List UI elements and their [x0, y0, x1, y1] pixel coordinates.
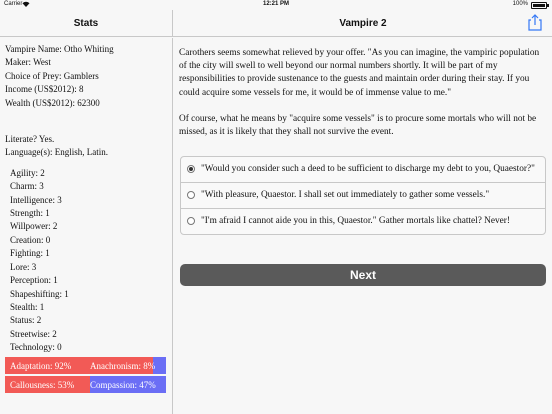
radio-selected-icon[interactable] [187, 165, 195, 173]
attribute-line: Shapeshifting: 1 [10, 288, 69, 299]
choice-label: "With pleasure, Quaestor. I shall set ou… [201, 190, 490, 200]
attribute-line: Lore: 3 [10, 261, 37, 272]
radio-icon[interactable] [187, 217, 195, 225]
choice-label: "Would you consider such a deed to be su… [201, 164, 535, 174]
story-pane[interactable]: Carothers seems somewhat relieved by you… [174, 38, 552, 414]
battery-percent: 100% [512, 1, 528, 7]
attribute-line: Status: 2 [10, 315, 42, 326]
stat-info-line: Maker: West [5, 57, 51, 68]
literacy-line: Literate? Yes. [5, 134, 55, 145]
choice-label: "I'm afraid I cannot aide you in this, Q… [201, 216, 510, 226]
story-title: Vampire 2 [339, 18, 387, 29]
attribute-line: Intelligence: 3 [10, 194, 62, 205]
battery-icon [531, 2, 547, 9]
attribute-line: Technology: 0 [10, 342, 62, 353]
literacy-line: Language(s): English, Latin. [5, 147, 108, 158]
share-icon[interactable] [528, 14, 542, 31]
stat-info-line: Wealth (US$2012): 62300 [5, 97, 100, 108]
next-button[interactable]: Next [180, 264, 546, 286]
status-bar: Carrier 12:21 PM 100% [0, 0, 552, 10]
callousness-bar: Callousness: 53% Compassion: 47% [5, 375, 166, 393]
attribute-line: Willpower: 2 [10, 221, 58, 232]
stat-info-line: Income (US$2012): 8 [5, 84, 84, 95]
battery-cap [547, 4, 549, 7]
stat-info-line: Choice of Prey: Gamblers [5, 70, 99, 81]
anachronism-label: Anachronism: 8% [90, 360, 156, 371]
stats-title: Stats [0, 10, 173, 37]
attribute-line: Streetwise: 2 [10, 328, 57, 339]
clock: 12:21 PM [262, 1, 289, 7]
attribute-line: Agility: 2 [10, 167, 45, 178]
choice-option-3[interactable]: "I'm afraid I cannot aide you in this, Q… [181, 209, 545, 234]
callousness-label: Callousness: 53% [10, 379, 75, 390]
attribute-line: Stealth: 1 [10, 301, 45, 312]
attribute-line: Charm: 3 [10, 181, 44, 192]
attribute-line: Creation: 0 [10, 234, 51, 245]
adaptation-bar: Adaptation: 92% Anachronism: 8% [5, 356, 166, 374]
compassion-label: Compassion: 47% [90, 379, 156, 390]
attribute-line: Strength: 1 [10, 208, 50, 219]
radio-icon[interactable] [187, 191, 195, 199]
navigation-bar: Stats Vampire 2 [0, 10, 552, 37]
adaptation-label: Adaptation: 92% [10, 360, 72, 371]
choice-list: "Would you consider such a deed to be su… [180, 156, 546, 235]
attribute-line: Perception: 1 [10, 275, 58, 286]
story-paragraph-2: Of course, what he means by "acquire som… [179, 114, 537, 138]
stats-sidebar[interactable]: Vampire Name: Otho Whiting Maker: West Cho… [0, 38, 173, 414]
attribute-line: Fighting: 1 [10, 248, 50, 259]
story-paragraph-1: Carothers seems somewhat relieved by you… [179, 48, 540, 98]
stat-info-line: Vampire Name: Otho Whiting [5, 44, 114, 54]
choice-option-2[interactable]: "With pleasure, Quaestor. I shall set ou… [181, 183, 545, 209]
choice-option-1[interactable]: "Would you consider such a deed to be su… [181, 157, 545, 183]
